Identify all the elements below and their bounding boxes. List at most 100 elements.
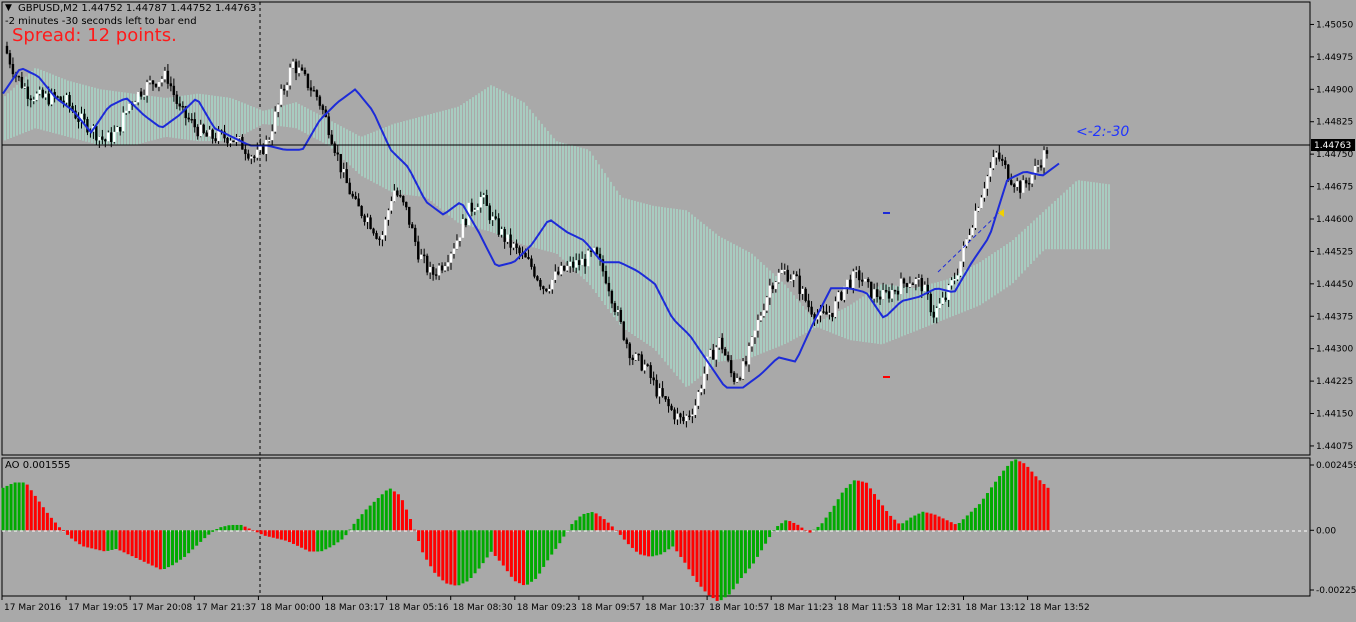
- ao-bar: [187, 530, 191, 554]
- ao-bar: [493, 530, 497, 556]
- candle-body: [5, 45, 9, 54]
- candle-body: [273, 111, 277, 132]
- candle-body: [998, 152, 1001, 160]
- candle: [1018, 180, 1022, 199]
- price-tick-label: 1.44375: [1316, 312, 1353, 322]
- candle: [899, 272, 903, 295]
- candle-body: [285, 85, 289, 91]
- candle-body: [32, 99, 35, 102]
- candle-body: [250, 156, 253, 159]
- candle-body: [163, 70, 167, 80]
- candle-body: [974, 210, 977, 229]
- candle: [318, 94, 322, 110]
- candle: [855, 266, 858, 279]
- ao-bar: [675, 530, 679, 552]
- candle-body: [399, 195, 402, 197]
- ao-bar: [917, 513, 921, 531]
- candle-body: [977, 207, 980, 212]
- candle-body: [23, 86, 27, 89]
- candle-body: [172, 85, 176, 96]
- candle: [673, 407, 676, 425]
- ao-bar: [251, 530, 255, 531]
- candle-body: [330, 134, 333, 144]
- candle: [786, 265, 789, 283]
- candle: [449, 251, 453, 270]
- time-tick-label: 18 Mar 10:37: [645, 603, 705, 613]
- candle: [110, 127, 113, 148]
- candle: [998, 145, 1001, 162]
- ao-bar: [784, 520, 788, 531]
- candle: [455, 234, 459, 250]
- ao-bar: [98, 530, 102, 551]
- ao-bar: [985, 493, 989, 531]
- candle-body: [169, 83, 173, 87]
- candle: [503, 226, 506, 249]
- candle-body: [825, 311, 828, 315]
- ao-bar: [1018, 461, 1022, 531]
- ao-bar: [873, 494, 877, 531]
- candle-body: [17, 75, 21, 78]
- ao-bar: [404, 509, 408, 531]
- candle-body: [238, 136, 241, 139]
- candle: [908, 276, 912, 288]
- time-tick-label: 17 Mar 20:08: [132, 603, 192, 613]
- candle: [932, 305, 935, 323]
- candle-body: [488, 205, 491, 221]
- ao-bar: [82, 530, 86, 547]
- candle: [595, 246, 599, 255]
- candle-body: [354, 196, 357, 199]
- candle: [369, 214, 372, 230]
- ao-bar: [312, 530, 316, 552]
- time-axis: 17 Mar 2016 17 Mar 19:05 17 Mar 20:08 17 Ma…: [1, 596, 1090, 613]
- candle-body: [440, 265, 444, 271]
- candle-body: [312, 90, 316, 92]
- candle: [422, 248, 426, 264]
- trading-chart-window[interactable]: 1.45050 1.44975 1.44900 1.44825 1.44750 1.446…: [0, 0, 1356, 618]
- ao-bar: [840, 492, 844, 531]
- candle-body: [26, 86, 30, 99]
- ao-bar: [25, 484, 29, 531]
- candle-body: [160, 78, 164, 83]
- candle-body: [732, 372, 736, 382]
- ao-bar: [687, 530, 691, 570]
- ao-bar: [287, 530, 291, 543]
- ao-bar: [1046, 487, 1050, 531]
- candle: [694, 399, 697, 419]
- candle-body: [923, 284, 927, 292]
- ao-bar: [812, 529, 816, 531]
- candle: [959, 261, 962, 277]
- candle-body: [869, 281, 873, 299]
- triangle-down-icon[interactable]: ▼: [5, 3, 12, 13]
- ao-bar: [5, 485, 9, 531]
- candle: [309, 80, 313, 97]
- candle-body: [983, 188, 986, 198]
- ao-bar: [671, 530, 675, 547]
- time-tick-label: 17 Mar 19:05: [68, 603, 128, 613]
- candle-body: [962, 245, 965, 262]
- candle-body: [524, 252, 527, 258]
- candle: [974, 203, 977, 231]
- candle: [83, 108, 86, 124]
- ao-bar: [808, 530, 812, 533]
- candle: [417, 235, 420, 263]
- candle-body: [670, 405, 673, 410]
- candle: [965, 238, 968, 249]
- ao-bar: [1014, 459, 1018, 531]
- candle: [533, 263, 536, 279]
- chart-canvas[interactable]: 1.45050 1.44975 1.44900 1.44825 1.44750 1.446…: [0, 0, 1356, 618]
- candle-body: [715, 347, 718, 360]
- candle: [315, 89, 319, 101]
- candle: [253, 154, 256, 163]
- candle-body: [950, 280, 953, 286]
- candle-body: [741, 361, 745, 379]
- ao-bar: [380, 494, 384, 531]
- candle-body: [583, 258, 587, 267]
- candle: [732, 371, 736, 385]
- candle: [506, 234, 509, 245]
- candle-body: [306, 73, 310, 88]
- ao-bar: [118, 530, 122, 551]
- candle: [983, 181, 986, 202]
- candle: [530, 255, 533, 270]
- candle-body: [723, 348, 727, 356]
- ao-bar: [400, 500, 404, 531]
